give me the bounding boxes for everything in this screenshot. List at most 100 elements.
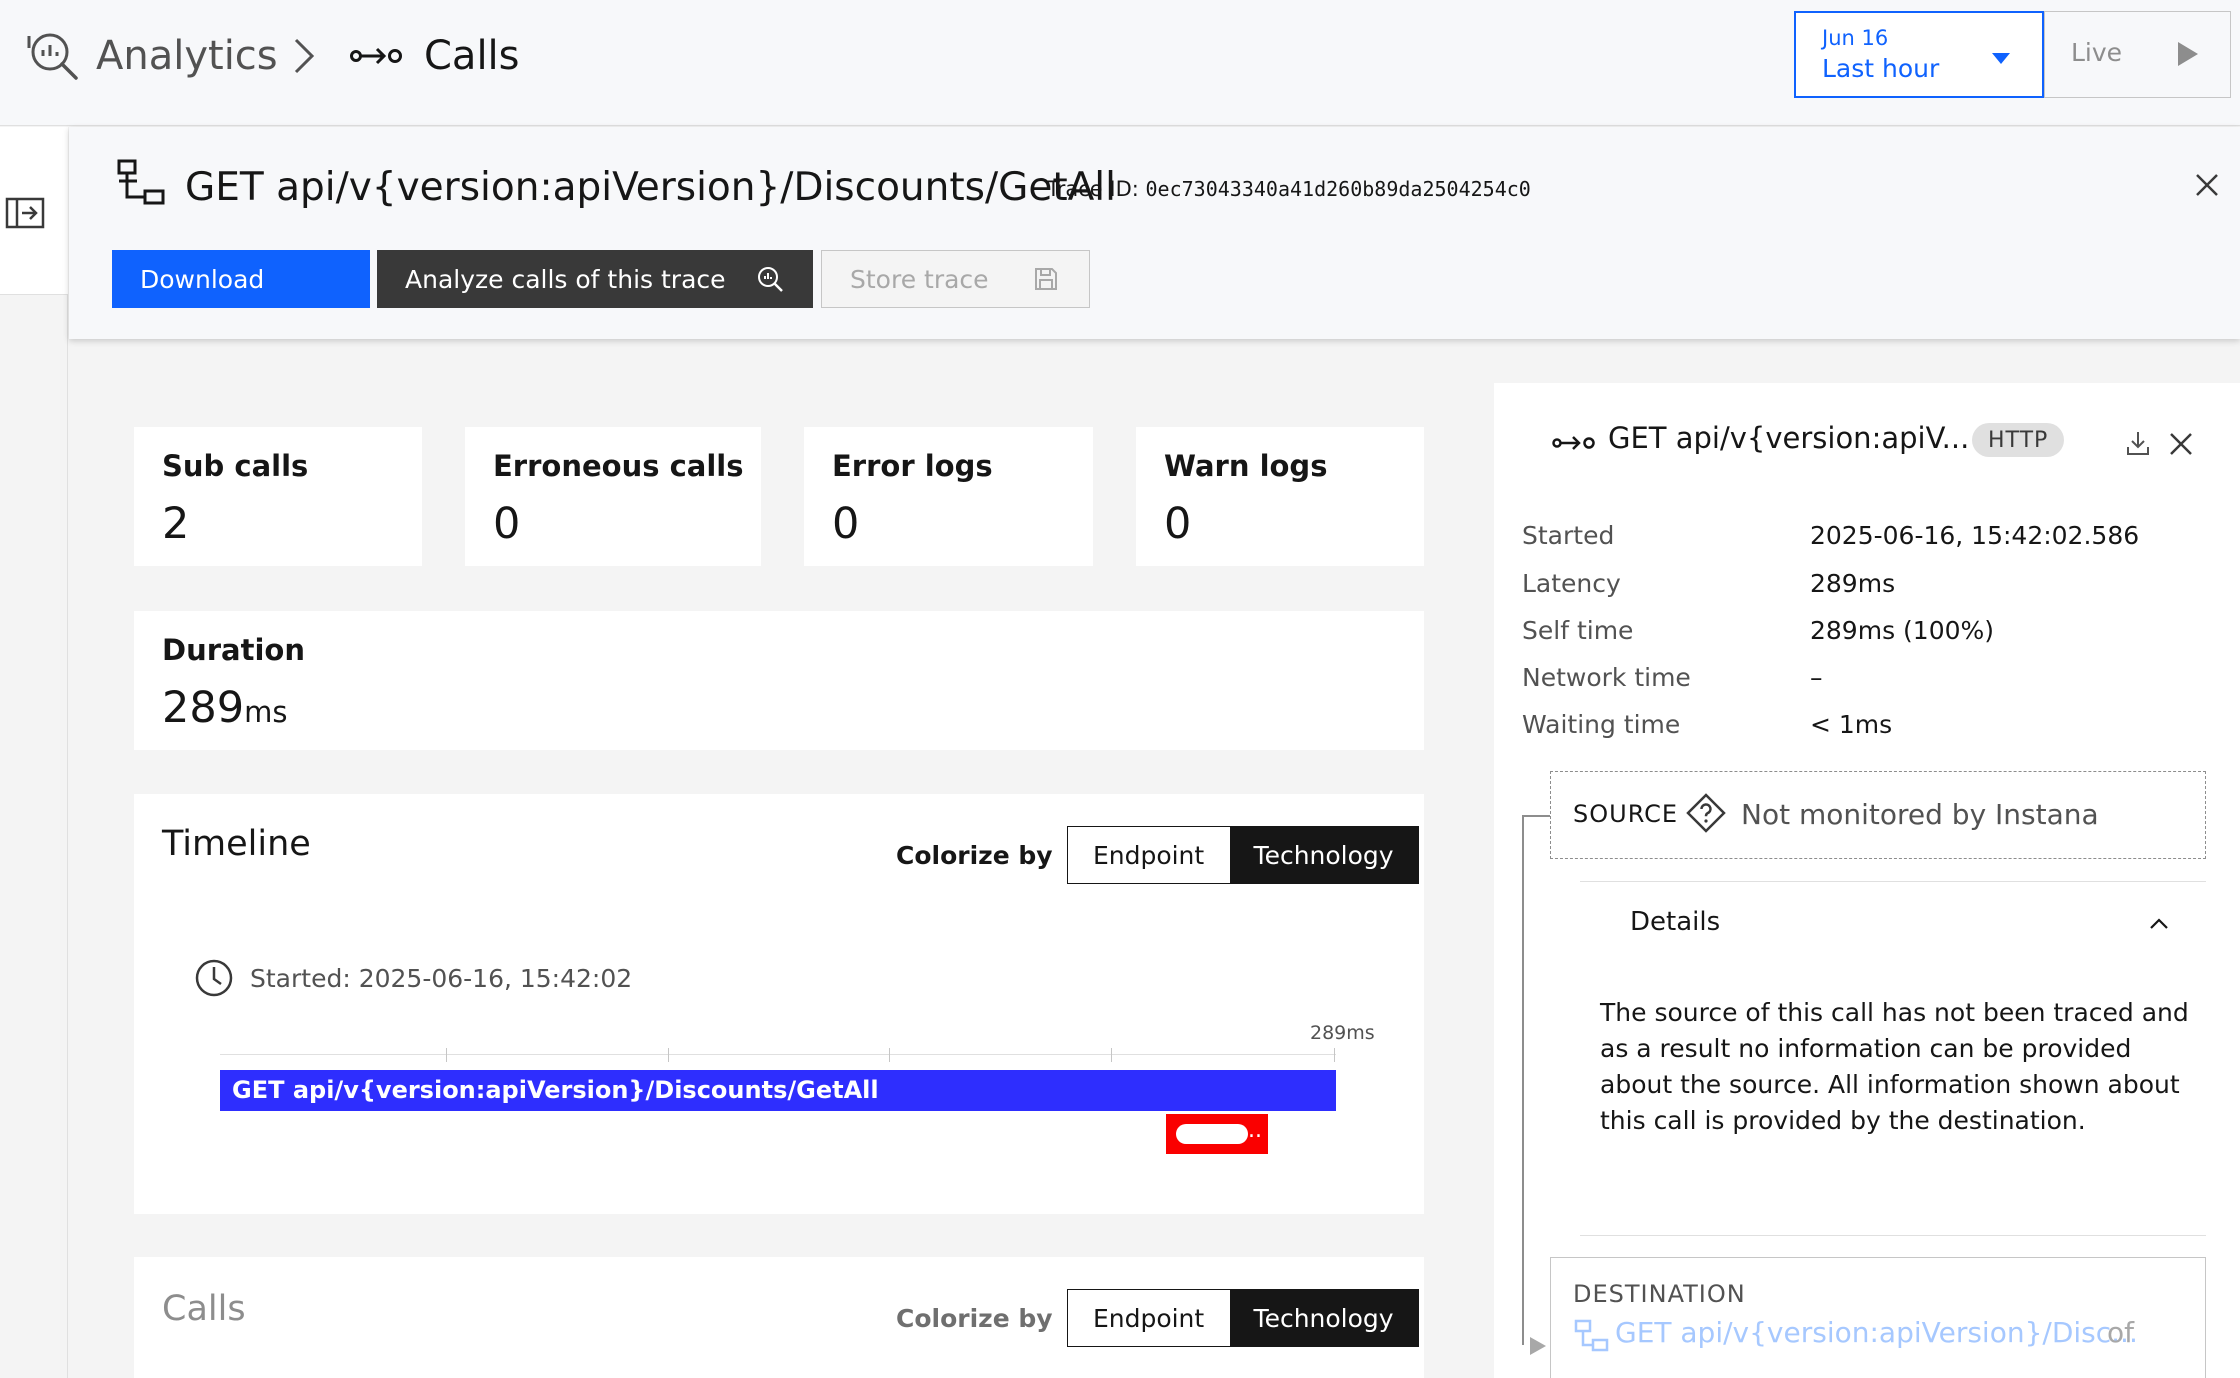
breadcrumb-analytics-label: Analytics bbox=[96, 33, 278, 79]
field-value: < 1ms bbox=[1810, 710, 1893, 739]
chevron-up-icon[interactable] bbox=[2148, 915, 2170, 931]
colorize-technology-option[interactable]: Technology bbox=[1229, 1290, 1418, 1346]
trace-header: GET api/v{version:apiVersion}/Discounts/… bbox=[69, 127, 2240, 339]
details-toggle[interactable]: Details bbox=[1630, 907, 1720, 937]
time-range-picker[interactable]: Jun 16 Last hour bbox=[1794, 11, 2044, 98]
timeline-sub-span[interactable]: ... bbox=[1166, 1114, 1268, 1154]
duration-unit: ms bbox=[244, 695, 288, 729]
field-label: Network time bbox=[1522, 663, 1691, 692]
calls-card: Calls Colorize by Endpoint Technology bbox=[134, 1257, 1424, 1378]
kpi-sub-calls: Sub calls 2 bbox=[134, 427, 422, 566]
store-trace-button[interactable]: Store trace bbox=[821, 250, 1090, 308]
colorize-label: Colorize by bbox=[896, 1303, 1053, 1333]
kpi-warn-logs: Warn logs 0 bbox=[1136, 427, 1424, 566]
calls-title: Calls bbox=[162, 1289, 246, 1329]
download-button-label: Download bbox=[140, 264, 265, 294]
trace-id: Trace ID: 0ec73043340a41d260b89da2504254… bbox=[1047, 177, 1531, 201]
trace-id-label: Trace ID: bbox=[1047, 177, 1139, 201]
chevron-right-icon bbox=[294, 38, 315, 74]
timeline-started-text: Started: 2025-06-16, 15:42:02 bbox=[250, 963, 633, 993]
colorize-switch: Endpoint Technology bbox=[1066, 826, 1419, 884]
left-rail bbox=[0, 127, 68, 1378]
live-label: Live bbox=[2071, 38, 2123, 67]
timeline-axis bbox=[220, 1054, 1336, 1055]
protocol-tag: HTTP bbox=[1972, 423, 2065, 457]
trace-id-value: 0ec73043340a41d260b89da2504254c0 bbox=[1145, 177, 1531, 201]
save-icon bbox=[1035, 268, 1057, 290]
breadcrumb-calls: Calls bbox=[350, 24, 520, 88]
help-diamond-icon bbox=[1686, 793, 1726, 833]
colorize-switch: Endpoint Technology bbox=[1066, 1289, 1419, 1347]
kpi-label: Sub calls bbox=[162, 449, 309, 483]
kpi-value: 289ms bbox=[162, 683, 287, 733]
kpi-label: Warn logs bbox=[1164, 449, 1328, 483]
timeline-span-bar[interactable]: GET api/v{version:apiVersion}/Discounts/… bbox=[220, 1070, 1336, 1111]
clock-icon bbox=[195, 959, 233, 997]
play-icon bbox=[2178, 42, 2198, 66]
top-bar: Analytics Calls Jun 16 Last hour Live bbox=[0, 0, 2240, 126]
duration-value: 289 bbox=[162, 683, 245, 733]
kpi-duration: Duration 289ms bbox=[134, 611, 1424, 750]
colorize-endpoint-option[interactable]: Endpoint bbox=[1067, 1290, 1230, 1346]
kpi-value: 0 bbox=[1164, 499, 1192, 549]
colorize-technology-option[interactable]: Technology bbox=[1229, 827, 1418, 883]
destination-label: DESTINATION bbox=[1573, 1280, 1746, 1308]
time-picker-date: Jun 16 bbox=[1822, 26, 1889, 50]
field-label: Latency bbox=[1522, 569, 1621, 598]
field-value: 2025-06-16, 15:42:02.586 bbox=[1810, 521, 2140, 550]
destination-link[interactable]: GET api/v{version:apiVersion}/Disc... bbox=[1615, 1316, 2138, 1349]
timeline-tick bbox=[668, 1048, 669, 1062]
destination-box: DESTINATION GET api/v{version:apiVersion… bbox=[1550, 1257, 2206, 1378]
caret-down-icon bbox=[1992, 53, 2010, 64]
field-value: – bbox=[1810, 663, 1823, 692]
timeline-tick bbox=[1334, 1048, 1335, 1062]
timeline-title: Timeline bbox=[162, 824, 311, 864]
kpi-label: Erroneous calls bbox=[493, 449, 744, 483]
field-label: Waiting time bbox=[1522, 710, 1681, 739]
divider bbox=[1580, 881, 2206, 882]
sidebar-toggle-button[interactable] bbox=[0, 127, 68, 295]
divider bbox=[1580, 1235, 2206, 1236]
timeline-colorize: Colorize by Endpoint Technology bbox=[896, 826, 1419, 884]
source-label: SOURCE bbox=[1573, 800, 1679, 828]
breadcrumb-separator bbox=[290, 24, 318, 88]
analyze-calls-button[interactable]: Analyze calls of this trace bbox=[377, 250, 813, 308]
field-value: 289ms bbox=[1810, 569, 1896, 598]
source-text: Not monitored by Instana bbox=[1741, 798, 2099, 831]
timeline-card: Timeline Colorize by Endpoint Technology… bbox=[134, 794, 1424, 1214]
redacted-mark bbox=[1176, 1124, 1248, 1144]
field-value: 289ms (100%) bbox=[1810, 616, 1995, 645]
trace-title: GET api/v{version:apiVersion}/Discounts/… bbox=[185, 165, 1116, 210]
kpi-erroneous-calls: Erroneous calls 0 bbox=[465, 427, 761, 566]
endpoint-icon bbox=[1574, 1319, 1609, 1352]
store-trace-button-label: Store trace bbox=[850, 264, 989, 294]
download-icon[interactable] bbox=[2124, 429, 2152, 457]
kpi-error-logs: Error logs 0 bbox=[804, 427, 1093, 566]
live-button[interactable]: Live bbox=[2044, 11, 2231, 98]
breadcrumb-analytics[interactable]: Analytics bbox=[26, 24, 278, 88]
colorize-endpoint-option[interactable]: Endpoint bbox=[1067, 827, 1230, 883]
calls-colorize: Colorize by Endpoint Technology bbox=[896, 1289, 1419, 1347]
kpi-label: Duration bbox=[162, 633, 305, 667]
time-picker-range: Last hour bbox=[1822, 54, 1940, 83]
download-button[interactable]: Download bbox=[112, 250, 370, 308]
analytics-search-icon bbox=[758, 267, 783, 292]
call-arrow-icon bbox=[1552, 436, 1595, 450]
flow-connector bbox=[1522, 815, 1550, 817]
kpi-value: 0 bbox=[832, 499, 860, 549]
sub-span-label: ... bbox=[1241, 1118, 1262, 1143]
close-icon[interactable] bbox=[2193, 171, 2221, 199]
kpi-value: 2 bbox=[162, 499, 190, 549]
timeline-started: Started: 2025-06-16, 15:42:02 bbox=[194, 958, 632, 998]
flow-arrow-icon bbox=[1530, 1337, 1546, 1355]
colorize-label: Colorize by bbox=[896, 840, 1053, 870]
destination-of: of bbox=[2107, 1316, 2134, 1349]
analyze-calls-button-label: Analyze calls of this trace bbox=[405, 264, 726, 294]
kpi-label: Error logs bbox=[832, 449, 993, 483]
breadcrumb-calls-label: Calls bbox=[424, 33, 520, 79]
source-box: SOURCE Not monitored by Instana bbox=[1550, 771, 2206, 859]
field-label: Started bbox=[1522, 521, 1615, 550]
close-icon[interactable] bbox=[2168, 431, 2194, 457]
call-detail-title: GET api/v{version:apiV... bbox=[1608, 421, 1970, 455]
panel-expand-icon bbox=[5, 197, 45, 229]
